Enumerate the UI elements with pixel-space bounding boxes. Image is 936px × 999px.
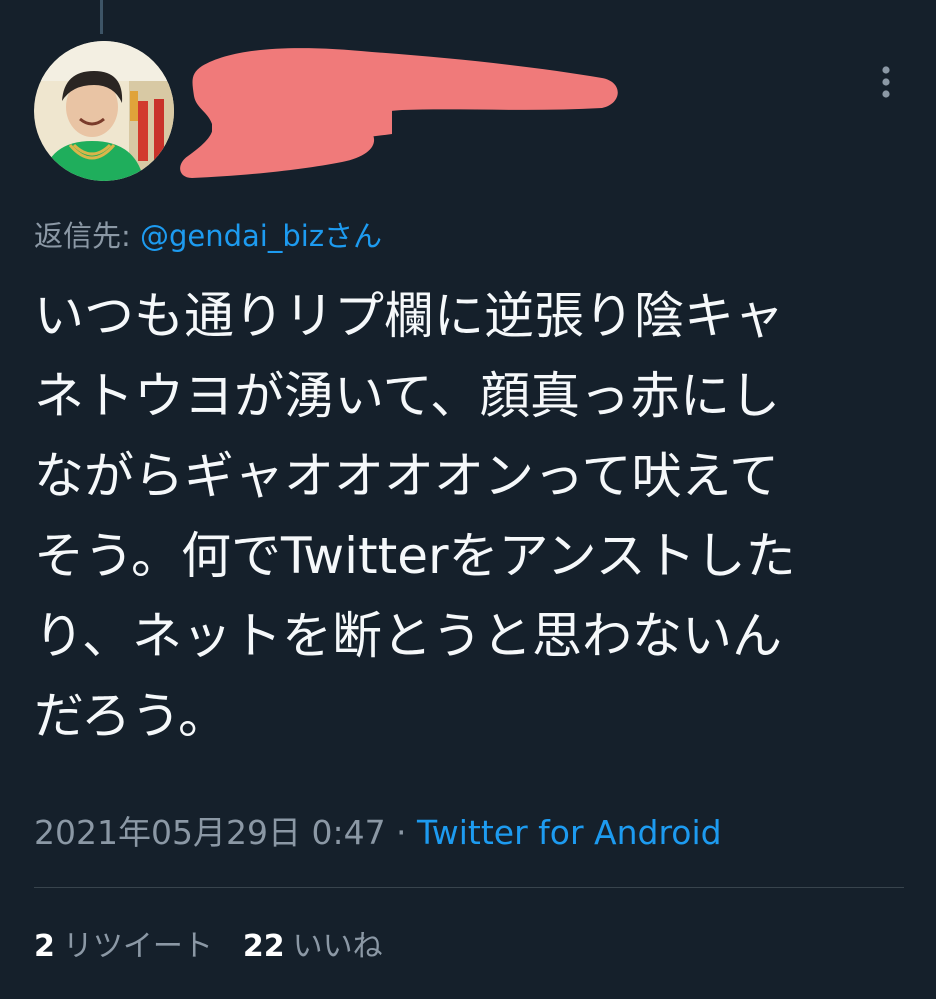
tweet-timestamp[interactable]: 2021年05月29日 0:47 xyxy=(34,813,386,852)
engagement-stats: 2 リツイート 22 いいね xyxy=(34,925,383,969)
tweet-text-line: だろう。 xyxy=(34,687,228,745)
tweet-text-line: いつも通りリプ欄に逆張り陰キャ xyxy=(34,287,784,345)
like-count: 22 xyxy=(242,929,285,964)
tweet-meta: 2021年05月29日 0:47 · Twitter for Android xyxy=(34,811,722,855)
more-vertical-icon xyxy=(882,66,890,98)
reply-context: 返信先: @gendai_bizさん xyxy=(34,214,382,258)
tweet-text-line: り、ネットを断とうと思わないん xyxy=(34,607,782,665)
redaction-scribble xyxy=(180,48,618,178)
tweet-source-link[interactable]: Twitter for Android xyxy=(417,813,722,852)
retweet-count: 2 xyxy=(34,929,55,964)
like-label: いいね xyxy=(292,929,383,964)
divider xyxy=(34,887,904,888)
more-options-button[interactable] xyxy=(866,60,906,104)
tweet-text-line: ながらギャオオオオンって吠えて xyxy=(34,447,779,505)
tweet-text-line: ネトウヨが湧いて、顔真っ赤にし xyxy=(34,367,780,425)
reply-handle-link[interactable]: @gendai_bizさん xyxy=(140,219,382,253)
likes-stat[interactable]: 22 いいね xyxy=(243,925,383,969)
tweet-text: いつも通りリプ欄に逆張り陰キャ ネトウヨが湧いて、顔真っ赤にし ながらギャオオオ… xyxy=(34,276,904,756)
reply-prefix: 返信先: xyxy=(34,219,140,253)
thread-connector-line xyxy=(100,0,103,34)
retweet-label: リツイート xyxy=(62,929,213,964)
avatar-photo xyxy=(34,41,174,181)
meta-separator: · xyxy=(385,813,418,852)
avatar[interactable] xyxy=(34,41,174,181)
retweets-stat[interactable]: 2 リツイート xyxy=(34,925,213,969)
tweet-text-line: そう。何でTwitterをアンストした xyxy=(34,527,796,585)
